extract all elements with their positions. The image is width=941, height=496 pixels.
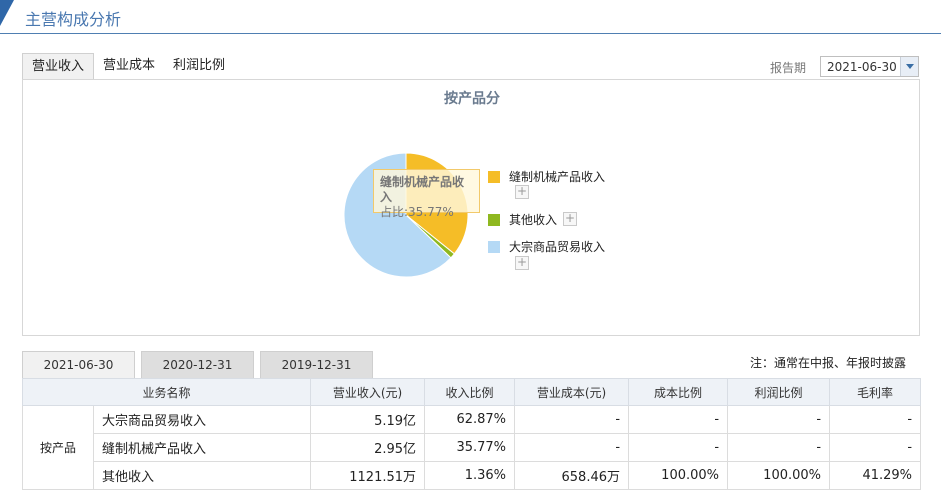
col-header: 业务名称 — [21, 378, 312, 406]
table-row: 缝制机械产品收入 2.95亿 35.77% - - - - — [23, 433, 922, 462]
cell-cost: - — [514, 433, 630, 462]
cell-name: 其他收入 — [92, 461, 312, 490]
disclosure-note: 注：通常在中报、年报时披露 — [750, 356, 907, 370]
table-row: 按产品 大宗商品贸易收入 5.19亿 62.87% - - - - — [22, 405, 922, 490]
cell-cost-ratio: - — [628, 405, 729, 434]
cell-revenue-ratio: 62.87% — [424, 405, 516, 434]
cell-gross-margin: 41.29% — [829, 461, 922, 490]
expand-plus-icon[interactable]: + — [515, 256, 529, 270]
col-header: 营业收入(元) — [310, 378, 426, 406]
cell-gross-margin: - — [829, 405, 922, 434]
chart-tooltip: 缝制机械产品收入 占比:35.77% — [373, 169, 480, 219]
legend-label: 缝制机械产品收入 — [509, 170, 606, 184]
col-header: 利润比例 — [727, 378, 831, 406]
cell-profit-ratio: 100.00% — [727, 461, 831, 490]
legend-item-trade[interactable]: 大宗商品贸易收入 — [488, 238, 605, 255]
legend-label: 大宗商品贸易收入 — [509, 240, 606, 254]
report-period-select[interactable]: 2021-06-30 — [820, 56, 919, 77]
col-header: 毛利率 — [829, 378, 922, 406]
cell-name: 大宗商品贸易收入 — [92, 405, 312, 434]
group-cell: 按产品 — [22, 405, 94, 490]
table-row: 其他收入 1121.51万 1.36% 658.46万 100.00% 100.… — [23, 461, 922, 490]
cell-revenue-ratio: 1.36% — [424, 461, 516, 490]
cell-revenue: 2.95亿 — [310, 433, 426, 462]
cell-revenue-ratio: 35.77% — [424, 433, 516, 462]
tab-profit-ratio[interactable]: 利润比例 — [164, 53, 234, 80]
dropdown-arrow-icon[interactable] — [900, 57, 918, 76]
section-header: 主营构成分析 — [0, 0, 941, 34]
cell-cost-ratio: - — [628, 433, 729, 462]
report-period-label: 报告期 — [770, 61, 807, 75]
cell-name: 缝制机械产品收入 — [92, 433, 312, 462]
tab-date-2019-12-31[interactable]: 2019-12-31 — [260, 351, 373, 379]
tab-cost[interactable]: 营业成本 — [94, 53, 164, 80]
cell-profit-ratio: - — [727, 433, 831, 462]
table-header-row: 业务名称 营业收入(元) 收入比例 营业成本(元) 成本比例 利润比例 毛利率 — [21, 378, 922, 406]
cell-revenue: 1121.51万 — [310, 461, 426, 490]
legend-item-other[interactable]: 其他收入 — [488, 211, 557, 228]
col-header: 收入比例 — [424, 378, 516, 406]
section-title: 主营构成分析 — [25, 10, 122, 29]
tab-date-2021-06-30[interactable]: 2021-06-30 — [22, 351, 135, 379]
legend-label: 其他收入 — [509, 213, 558, 227]
tooltip-value: 占比:35.77% — [380, 205, 454, 219]
tab-revenue[interactable]: 营业收入 — [22, 53, 95, 80]
legend-swatch — [488, 170, 500, 183]
legend-item-sewing[interactable]: 缝制机械产品收入 — [488, 168, 605, 185]
tab-date-2020-12-31[interactable]: 2020-12-31 — [141, 351, 254, 379]
cell-profit-ratio: - — [727, 405, 831, 434]
cell-revenue: 5.19亿 — [310, 405, 426, 434]
col-header: 营业成本(元) — [514, 378, 630, 406]
expand-plus-icon[interactable]: + — [515, 185, 529, 199]
metric-tabs: 营业收入 营业成本 利润比例 — [22, 53, 234, 80]
report-period-value: 2021-06-30 — [827, 60, 897, 74]
composition-table: 业务名称 营业收入(元) 收入比例 营业成本(元) 成本比例 利润比例 毛利率 … — [21, 378, 922, 490]
tooltip-title: 缝制机械产品收入 — [380, 175, 465, 204]
expand-plus-icon[interactable]: + — [563, 212, 577, 226]
cell-cost-ratio: 100.00% — [628, 461, 729, 490]
cell-cost: - — [514, 405, 630, 434]
cell-cost: 658.46万 — [514, 461, 630, 490]
header-accent — [0, 0, 14, 26]
cell-gross-margin: - — [829, 433, 922, 462]
legend-swatch — [488, 213, 500, 226]
legend-swatch — [488, 240, 500, 253]
col-header: 成本比例 — [628, 378, 729, 406]
